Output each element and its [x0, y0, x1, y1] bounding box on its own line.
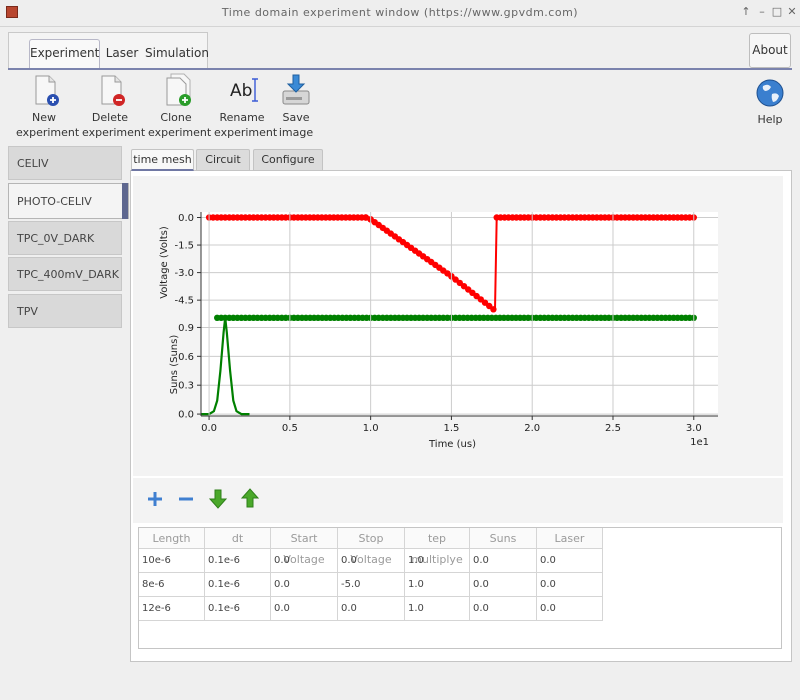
- maximize-button[interactable]: □: [770, 5, 784, 18]
- window-title: Time domain experiment window (https://w…: [221, 6, 579, 19]
- table-cell[interactable]: 0.1e-6: [205, 573, 271, 597]
- close-button[interactable]: ✕: [785, 5, 799, 18]
- table-cell[interactable]: 12e-6: [139, 597, 205, 621]
- table-cell[interactable]: 0.0: [470, 549, 537, 573]
- delete-experiment-label-1: Delete: [91, 111, 129, 124]
- sidebar-item-tpc-0v-dark[interactable]: TPC_0V_DARK: [8, 221, 122, 255]
- clone-experiment-label-2: experiment: [148, 126, 212, 139]
- save-image-button[interactable]: Save image: [270, 72, 322, 140]
- table-cell[interactable]: 10e-6: [139, 549, 205, 573]
- column-header-dt[interactable]: dt: [205, 528, 271, 549]
- column-header-start-voltage[interactable]: Start Voltage: [271, 528, 338, 566]
- mesh-toolbar: [133, 478, 783, 523]
- save-image-label-2: image: [278, 126, 314, 139]
- column-header-step-multiply[interactable]: tep multiplye: [405, 528, 470, 566]
- tab-experiment[interactable]: Experiment: [29, 39, 100, 69]
- tab-configure[interactable]: Configure: [253, 149, 323, 171]
- add-row-plus-icon[interactable]: [147, 491, 163, 507]
- rename-experiment-label-1: Rename: [219, 111, 265, 124]
- tab-simulation[interactable]: Simulation: [145, 40, 209, 68]
- table-cell[interactable]: 1.0: [405, 573, 470, 597]
- about-button[interactable]: About: [749, 33, 791, 68]
- rename-icon: Ab: [230, 78, 258, 102]
- column-header-laser[interactable]: Laser: [537, 528, 603, 549]
- table-cell[interactable]: 0.0: [537, 597, 603, 621]
- keep-above-button[interactable]: ↑: [739, 5, 753, 18]
- move-up-arrow-icon[interactable]: [241, 488, 259, 508]
- table-cell[interactable]: 0.0: [271, 597, 338, 621]
- remove-row-minus-icon[interactable]: [178, 491, 194, 507]
- sidebar-item-tpv[interactable]: TPV: [8, 294, 122, 328]
- rename-experiment-label-2: experiment: [214, 126, 278, 139]
- new-experiment-button[interactable]: New experiment: [16, 72, 80, 140]
- table-cell[interactable]: 1.0: [405, 597, 470, 621]
- clone-experiment-label-1: Clone: [160, 111, 192, 124]
- time-mesh-table: Length dt Start Voltage Stop Voltage tep…: [138, 527, 782, 649]
- table-cell[interactable]: -5.0: [338, 573, 405, 597]
- save-image-label-1: Save: [282, 111, 310, 124]
- rename-experiment-button[interactable]: Ab Rename experiment: [214, 72, 278, 140]
- table-cell[interactable]: 1.0: [405, 549, 470, 573]
- title-bar: Time domain experiment window (https://w…: [0, 0, 800, 27]
- help-button[interactable]: Help: [748, 76, 792, 127]
- new-experiment-label-1: New: [32, 111, 56, 124]
- new-experiment-icon: [35, 75, 59, 106]
- minimize-button[interactable]: –: [755, 5, 769, 18]
- delete-experiment-label-2: experiment: [82, 126, 146, 139]
- help-label: Help: [757, 113, 783, 126]
- help-globe-icon: [756, 79, 784, 107]
- delete-experiment-icon: [101, 75, 125, 106]
- table-cell[interactable]: 0.0: [470, 573, 537, 597]
- column-header-length[interactable]: Length: [139, 528, 205, 549]
- table-cell[interactable]: 0.0: [470, 597, 537, 621]
- tab-circuit[interactable]: Circuit: [196, 149, 250, 171]
- sidebar-active-indicator: [122, 183, 128, 219]
- table-cell[interactable]: 0.0: [537, 549, 603, 573]
- tab-laser[interactable]: Laser: [104, 40, 140, 68]
- table-cell[interactable]: 0.0: [338, 549, 405, 573]
- clone-experiment-icon: [166, 73, 191, 106]
- new-experiment-label-2: experiment: [16, 126, 80, 139]
- table-cell[interactable]: 0.0: [271, 549, 338, 573]
- table-cell[interactable]: 8e-6: [139, 573, 205, 597]
- table-cell[interactable]: 0.0: [537, 573, 603, 597]
- sidebar-item-celiv[interactable]: CELIV: [8, 146, 122, 180]
- table-cell[interactable]: 0.0: [271, 573, 338, 597]
- table-cell[interactable]: 0.1e-6: [205, 549, 271, 573]
- table-cell[interactable]: 0.1e-6: [205, 597, 271, 621]
- table-cell[interactable]: 0.0: [338, 597, 405, 621]
- delete-experiment-button[interactable]: Delete experiment: [82, 72, 146, 140]
- plot-area: [133, 176, 783, 476]
- svg-text:Ab: Ab: [230, 81, 252, 101]
- save-icon: [282, 74, 310, 105]
- tab-time-mesh[interactable]: time mesh: [131, 149, 194, 171]
- sidebar-item-photo-celiv[interactable]: PHOTO-CELIV: [8, 183, 129, 219]
- tab-underline: [8, 68, 792, 70]
- move-down-arrow-icon[interactable]: [209, 489, 227, 509]
- column-header-suns[interactable]: Suns: [470, 528, 537, 549]
- sidebar-item-tpc-400mv-dark[interactable]: TPC_400mV_DARK: [8, 257, 122, 291]
- column-header-stop-voltage[interactable]: Stop Voltage: [338, 528, 405, 566]
- clone-experiment-button[interactable]: Clone experiment: [148, 72, 212, 140]
